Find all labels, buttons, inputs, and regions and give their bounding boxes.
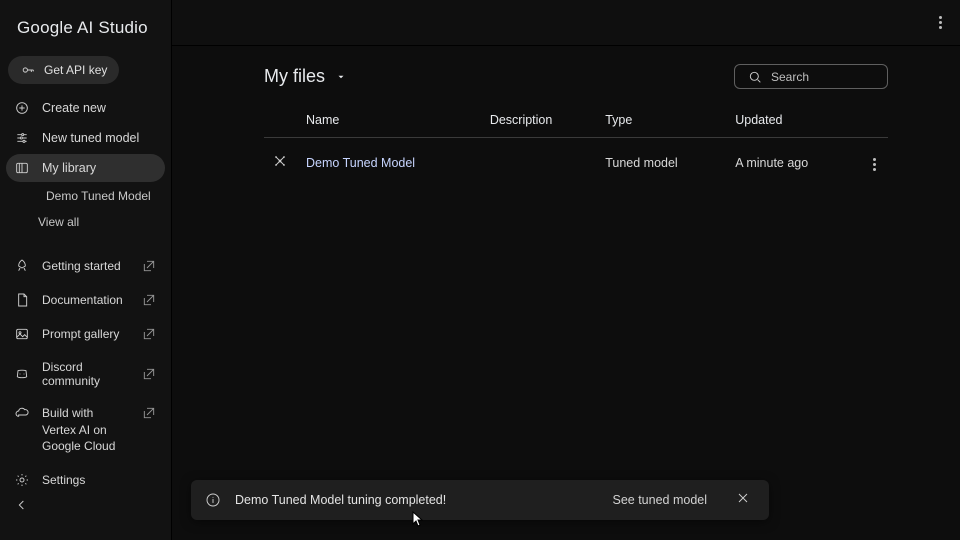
close-icon [735, 490, 751, 506]
content: My files Name Description Type [172, 46, 960, 540]
page-title-dropdown[interactable]: My files [264, 66, 349, 87]
sidebar-link-label: Documentation [42, 293, 123, 307]
sidebar-item-my-library[interactable]: My library [6, 154, 165, 182]
col-type: Type [597, 103, 727, 138]
topbar [172, 0, 960, 46]
tune-icon [14, 130, 30, 146]
col-updated: Updated [727, 103, 858, 138]
sidebar-link-label: Build with Vertex AI on Google Cloud [42, 405, 129, 454]
sidebar-link-discord[interactable]: Discord community [6, 354, 165, 394]
external-link-icon [141, 258, 157, 274]
search-input[interactable] [771, 70, 875, 84]
row-overflow-menu[interactable] [869, 154, 880, 175]
doc-icon [14, 292, 30, 308]
chevron-left-icon [14, 497, 30, 513]
external-link-icon [141, 405, 157, 421]
sidebar-link-label: Discord community [42, 360, 129, 388]
plus-circle-icon [14, 100, 30, 116]
key-icon [20, 62, 36, 78]
sidebar-collapse-button[interactable] [14, 497, 30, 518]
caret-down-icon [333, 72, 349, 82]
files-table: Name Description Type Updated [264, 103, 888, 187]
col-menu [858, 103, 888, 138]
page-title: My files [264, 66, 325, 87]
topbar-overflow-menu[interactable] [935, 12, 946, 33]
sidebar-link-label: Prompt gallery [42, 327, 119, 341]
sidebar-subitem-demo-model[interactable]: Demo Tuned Model [6, 184, 165, 208]
model-icon [272, 153, 288, 169]
sidebar-link-vertex-ai[interactable]: Build with Vertex AI on Google Cloud [6, 397, 165, 462]
sidebar-item-label: Settings [42, 473, 85, 487]
sidebar-item-settings[interactable]: Settings [6, 466, 165, 494]
col-icon [264, 103, 298, 138]
sidebar-item-label: Create new [42, 101, 106, 115]
cloud-icon [14, 405, 30, 421]
sidebar-item-label: New tuned model [42, 131, 139, 145]
sidebar-nav-main: Create new New tuned model My library De… [0, 94, 171, 234]
info-icon [205, 492, 221, 508]
gear-icon [14, 472, 30, 488]
toast-message: Demo Tuned Model tuning completed! [235, 493, 446, 507]
brand-title: Google AI Studio [0, 0, 171, 52]
library-icon [14, 160, 30, 176]
rocket-icon [14, 258, 30, 274]
sidebar-item-new-tuned-model[interactable]: New tuned model [6, 124, 165, 152]
col-description: Description [482, 103, 597, 138]
sidebar-bottom: Build with Vertex AI on Google Cloud Set… [0, 397, 171, 540]
sidebar: Google AI Studio Get API key Create new … [0, 0, 171, 540]
sidebar-link-getting-started[interactable]: Getting started [6, 252, 165, 280]
toast-close-button[interactable] [731, 486, 755, 515]
table-header-row: Name Description Type Updated [264, 103, 888, 138]
discord-icon [14, 366, 30, 382]
get-api-key-button[interactable]: Get API key [8, 56, 119, 84]
toast: Demo Tuned Model tuning completed! See t… [191, 480, 769, 520]
sidebar-link-label: Getting started [42, 259, 121, 273]
row-type: Tuned model [597, 138, 727, 188]
gallery-icon [14, 326, 30, 342]
search-icon [747, 69, 763, 85]
row-type-icon-cell [264, 138, 298, 188]
get-api-key-label: Get API key [44, 63, 107, 77]
external-link-icon [141, 366, 157, 382]
sidebar-item-label: My library [42, 161, 96, 175]
external-link-icon [141, 326, 157, 342]
row-updated: A minute ago [727, 138, 858, 188]
sidebar-item-create-new[interactable]: Create new [6, 94, 165, 122]
toast-action-link[interactable]: See tuned model [612, 493, 707, 507]
search-box[interactable] [734, 64, 888, 89]
external-link-icon [141, 292, 157, 308]
row-description [482, 138, 597, 188]
row-name[interactable]: Demo Tuned Model [298, 138, 482, 188]
sidebar-subitem-view-all[interactable]: View all [6, 210, 165, 234]
sidebar-link-documentation[interactable]: Documentation [6, 286, 165, 314]
sidebar-nav-links: Getting started Documentation Prompt gal… [0, 252, 171, 394]
sidebar-link-prompt-gallery[interactable]: Prompt gallery [6, 320, 165, 348]
table-row[interactable]: Demo Tuned Model Tuned model A minute ag… [264, 138, 888, 188]
main: My files Name Description Type [171, 0, 960, 540]
col-name: Name [298, 103, 482, 138]
